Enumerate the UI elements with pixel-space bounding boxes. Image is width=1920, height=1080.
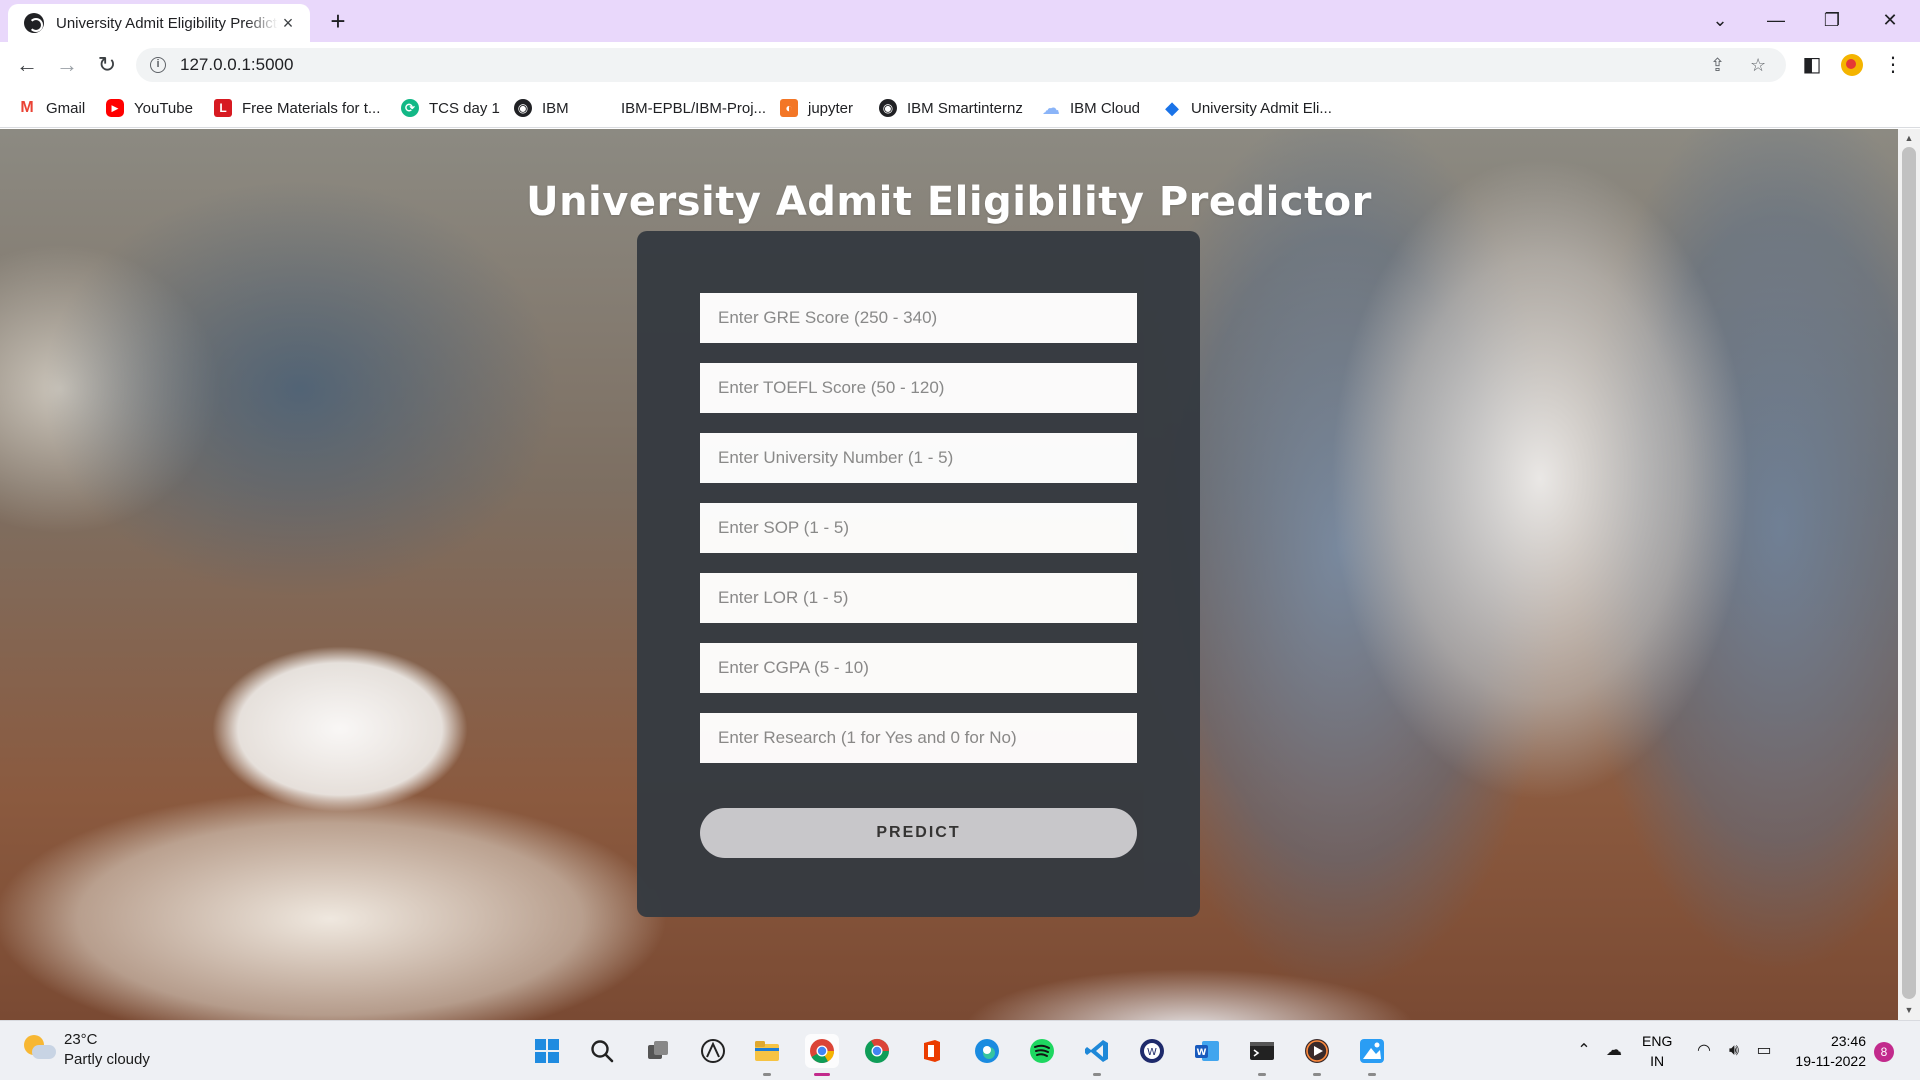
globe-icon: ◉ (514, 99, 532, 117)
bookmark-ibm-epbl[interactable]: IBM-EPBL/IBM-Proj... (621, 96, 766, 120)
profile-avatar-icon[interactable] (1841, 54, 1863, 76)
youtube-icon: ▶ (106, 99, 124, 117)
lor-input[interactable] (700, 573, 1137, 623)
url-text: 127.0.0.1:5000 (180, 55, 294, 74)
bookmark-youtube[interactable]: ▶ YouTube (106, 96, 193, 120)
page-viewport: University Admit Eligibility Predictor P… (0, 129, 1898, 1020)
close-tab-icon[interactable]: × (278, 13, 298, 34)
globe-icon: ◉ (879, 99, 897, 117)
tcs-icon: ⟳ (401, 99, 419, 117)
gmail-icon: M (18, 99, 36, 117)
bookmark-university-admit[interactable]: ◆ University Admit Eli... (1163, 96, 1332, 120)
toefl-score-input[interactable] (700, 363, 1137, 413)
bookmarks-bar: M Gmail ▶ YouTube L Free Materials for t… (0, 88, 1920, 128)
menu-icon[interactable]: ⋮ (1878, 50, 1908, 80)
word-icon[interactable]: W (1190, 1034, 1224, 1068)
terminal-icon[interactable] (1245, 1034, 1279, 1076)
back-button[interactable]: ← (12, 50, 42, 80)
show-hidden-icons-icon[interactable]: ⌃ (1574, 1041, 1594, 1061)
bookmark-free-materials[interactable]: L Free Materials for t... (214, 96, 380, 120)
media-player-icon[interactable] (1300, 1034, 1334, 1076)
widgets-icon[interactable] (696, 1034, 730, 1068)
minimize-button[interactable]: — (1756, 6, 1796, 34)
svg-text:W: W (1197, 1048, 1207, 1058)
gre-score-input[interactable] (700, 293, 1137, 343)
bookmark-ibm-smartinternz[interactable]: ◉ IBM Smartinternz (879, 96, 1023, 120)
research-input[interactable] (700, 713, 1137, 763)
site-info-icon[interactable]: i (150, 57, 166, 73)
bookmark-tcs-day-1[interactable]: ⟳ TCS day 1 (401, 96, 500, 120)
spotify-icon[interactable] (1025, 1034, 1059, 1068)
bookmark-star-icon[interactable]: ☆ (1750, 48, 1766, 82)
vscode-icon[interactable] (1080, 1034, 1114, 1076)
office-icon[interactable] (915, 1034, 949, 1068)
bookmark-ibm[interactable]: ◉ IBM (514, 96, 569, 120)
chrome-profile-icon[interactable] (860, 1034, 894, 1068)
bookmark-ibm-cloud[interactable]: ☁ IBM Cloud (1042, 96, 1140, 120)
wps-icon[interactable]: W (1135, 1034, 1169, 1068)
edge-icon[interactable] (970, 1034, 1004, 1068)
page-title: University Admit Eligibility Predictor (526, 179, 1372, 225)
volume-icon[interactable]: 🔊︎ (1724, 1041, 1744, 1061)
new-tab-button[interactable]: + (324, 7, 352, 35)
search-icon[interactable] (585, 1034, 619, 1068)
file-explorer-icon[interactable] (750, 1034, 784, 1076)
browser-toolbar: ← → ↻ i 127.0.0.1:5000 ⇪ ☆ ◧ ⋮ (0, 42, 1920, 88)
tab-search-icon[interactable]: ⌄ (1700, 6, 1740, 34)
predict-button[interactable]: PREDICT (700, 808, 1137, 858)
side-panel-icon[interactable]: ◧ (1797, 50, 1827, 80)
weather-icon[interactable] (24, 1035, 56, 1065)
jupyter-icon: ◐ (780, 99, 798, 117)
language-indicator[interactable]: ENG IN (1642, 1031, 1672, 1071)
forward-button[interactable]: → (52, 50, 82, 80)
weather-condition[interactable]: Partly cloudy (64, 1051, 150, 1068)
onedrive-icon[interactable]: ☁ (1604, 1041, 1624, 1061)
l-logo-icon: L (214, 99, 232, 117)
sop-input[interactable] (700, 503, 1137, 553)
prediction-form: PREDICT (637, 231, 1200, 917)
restore-button[interactable]: ❐ (1812, 6, 1852, 34)
svg-text:W: W (1147, 1047, 1157, 1058)
reload-button[interactable]: ↻ (92, 50, 122, 80)
bookmark-gmail[interactable]: M Gmail (18, 96, 85, 120)
chrome-icon[interactable] (805, 1034, 839, 1076)
weather-temperature[interactable]: 23°C (64, 1031, 98, 1048)
university-number-input[interactable] (700, 433, 1137, 483)
task-view-icon[interactable] (641, 1034, 675, 1068)
clock[interactable]: 23:46 19-11-2022 (1790, 1031, 1866, 1071)
battery-icon[interactable]: ▭ (1754, 1041, 1774, 1061)
share-icon[interactable]: ⇪ (1710, 48, 1725, 82)
address-bar[interactable]: i 127.0.0.1:5000 ⇪ ☆ (136, 48, 1786, 82)
paint-icon[interactable] (1355, 1034, 1389, 1076)
start-icon[interactable] (530, 1034, 564, 1068)
wifi-icon[interactable]: ◠ (1694, 1041, 1714, 1061)
diamond-icon: ◆ (1165, 98, 1179, 118)
globe-icon (24, 13, 44, 33)
browser-tab[interactable]: University Admit Eligibility Predictor × (8, 4, 310, 42)
cloud-icon: ☁ (1042, 98, 1060, 118)
scroll-down-icon[interactable]: ▼ (1904, 1005, 1914, 1015)
tab-strip: University Admit Eligibility Predictor ×… (0, 0, 1920, 42)
scroll-up-icon[interactable]: ▲ (1904, 133, 1914, 143)
windows-taskbar: 23°C Partly cloudy W W ⌃ ☁ ENG IN ◠ 🔊︎ ▭… (0, 1020, 1920, 1080)
close-window-button[interactable]: ✕ (1870, 6, 1910, 34)
tab-title: University Admit Eligibility Predictor (56, 14, 278, 32)
notification-badge[interactable]: 8 (1874, 1042, 1894, 1062)
cgpa-input[interactable] (700, 643, 1137, 693)
page-scrollbar[interactable]: ▲ ▼ (1898, 129, 1920, 1020)
scrollbar-thumb[interactable] (1902, 147, 1916, 999)
bookmark-jupyter[interactable]: ◐ jupyter (780, 96, 853, 120)
